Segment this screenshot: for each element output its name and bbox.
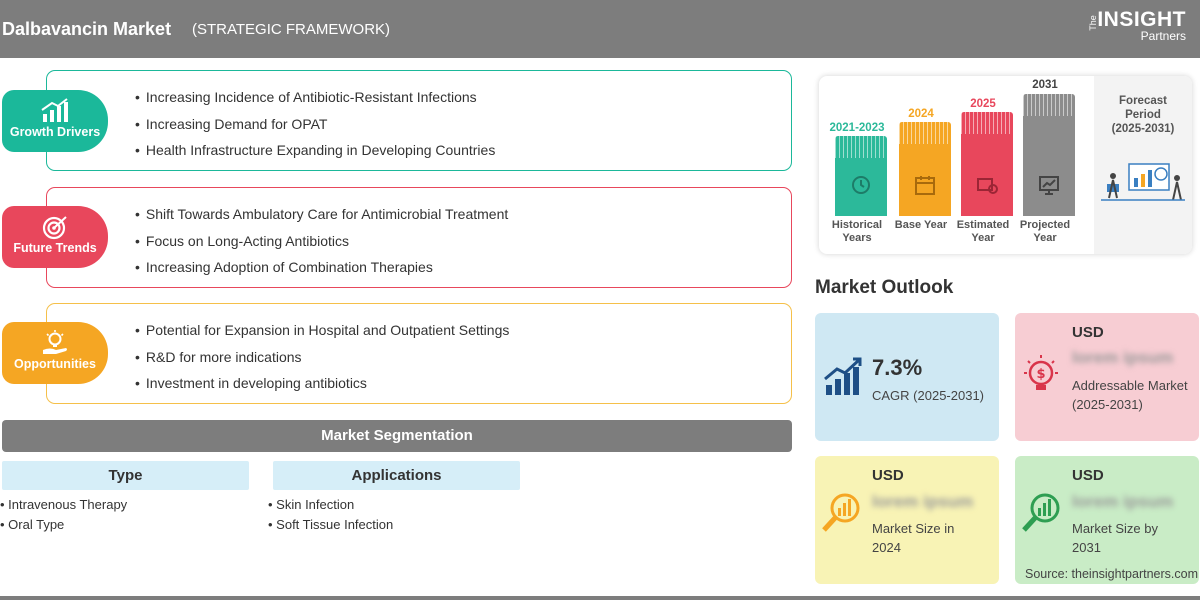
size-2031-currency: USD [1072,467,1104,484]
bar-growth-icon [40,98,70,124]
timeline-year: 2025 [970,98,996,110]
analytics-illustration-icon [1101,163,1185,201]
timeline-bar [1023,94,1075,216]
market-size-2031-card: USD lorem ipsum Market Size by 2031 [1015,456,1199,584]
timeline-year: 2031 [1032,79,1058,91]
addressable-market-card: USD lorem ipsum $ Addressable Market (20… [1015,313,1199,441]
list-item: Potential for Expansion in Hospital and … [135,317,509,344]
list-item: Oral Type [0,515,127,535]
calendar-icon [915,176,935,195]
forecast-period-box: Forecast Period (2025-2031) [1094,76,1192,254]
list-item: Increasing Adoption of Combination Thera… [135,254,508,281]
list-item: Skin Infection [268,495,393,515]
growth-chart-icon [824,357,862,395]
dollar-bulb-icon: $ [1024,355,1058,390]
magnifier-growth-icon [1022,493,1060,532]
future-trends-list: Shift Towards Ambulatory Care for Antimi… [135,201,508,281]
bottom-divider [0,596,1200,600]
list-item: Increasing Demand for OPAT [135,111,495,138]
timeline-projected: 2031 Projected Year [1015,76,1075,254]
list-item: Investment in developing antibiotics [135,370,509,397]
projection-icon [1039,176,1059,195]
timeline-bar [835,136,887,216]
future-trends-badge: Future Trends [2,206,108,268]
timeline-caption: Projected Year [1019,219,1071,244]
opportunities-badge: Opportunities [2,322,108,384]
addressable-currency: USD [1072,324,1104,341]
page-title: Dalbavancin Market [2,19,172,39]
timeline-bar [899,122,951,216]
history-icon [852,176,870,194]
logo-the: The [1088,15,1099,31]
market-outlook-title: Market Outlook [815,277,954,298]
estimate-icon [977,178,998,194]
market-segmentation-header: Market Segmentation [2,420,792,452]
list-item: Shift Towards Ambulatory Care for Antimi… [135,201,508,228]
size-2024-value: lorem ipsum [872,492,974,511]
cagr-value: 7.3% [872,355,923,380]
growth-drivers-badge: Growth Drivers [2,90,108,152]
insight-partners-logo: The INSIGHT Partners [1088,8,1186,43]
header-bar: Dalbavancin Market (STRATEGIC FRAMEWORK)… [0,0,1200,58]
future-trends-panel: Shift Towards Ambulatory Care for Antimi… [46,187,792,288]
timeline-historical: 2021-2023 Historical Years [827,76,887,254]
list-item: Intravenous Therapy [0,495,127,515]
segment-type-list: Intravenous Therapy Oral Type [0,495,127,535]
list-item: Increasing Incidence of Antibiotic-Resis… [135,84,495,111]
source-credit: Source: theinsightpartners.com [1024,567,1198,581]
timeline-caption: Historical Years [831,219,883,244]
timeline-bar [961,112,1013,216]
cagr-card: 7.3% CAGR (2025-2031) [815,313,999,441]
size-2024-currency: USD [872,467,904,484]
segment-type-header: Type [2,461,249,490]
future-trends-label: Future Trends [13,241,97,255]
list-item: Focus on Long-Acting Antibiotics [135,228,508,255]
timeline-year: 2021-2023 [829,122,885,134]
lightbulb-hand-icon [40,330,70,356]
size-2031-value: lorem ipsum [1072,492,1174,511]
timeline-card: 2021-2023 Historical Years 2024 Base Yea… [819,76,1192,254]
size-2031-label: Market Size by 2031 [1072,521,1158,555]
list-item: Health Infrastructure Expanding in Devel… [135,137,495,164]
addressable-value: lorem ipsum [1072,348,1174,367]
addressable-label: Addressable Market (2025-2031) [1072,378,1188,412]
segment-applications-list: Skin Infection Soft Tissue Infection [268,495,393,535]
forecast-range: (2025-2031) [1111,123,1175,135]
opportunities-list: Potential for Expansion in Hospital and … [135,317,509,397]
forecast-label: Forecast Period [1119,95,1167,121]
list-item: Soft Tissue Infection [268,515,393,535]
size-2024-label: Market Size in 2024 [872,521,955,555]
opportunities-label: Opportunities [14,357,96,371]
timeline-year: 2024 [908,108,934,120]
growth-drivers-list: Increasing Incidence of Antibiotic-Resis… [135,84,495,164]
svg-text:$: $ [1036,367,1045,382]
page-subtitle: (STRATEGIC FRAMEWORK) [192,21,391,38]
timeline-estimated: 2025 Estimated Year [953,76,1013,254]
growth-drivers-panel: Increasing Incidence of Antibiotic-Resis… [46,70,792,171]
segment-applications-header: Applications [273,461,520,490]
cagr-label: CAGR (2025-2031) [872,388,984,403]
growth-drivers-label: Growth Drivers [9,125,101,139]
magnifier-chart-icon [822,493,860,532]
list-item: R&D for more indications [135,344,509,371]
market-size-2024-card: USD lorem ipsum Market Size in 2024 [815,456,999,584]
opportunities-panel: Potential for Expansion in Hospital and … [46,303,792,404]
target-icon [40,214,70,240]
timeline-base: 2024 Base Year [891,76,951,254]
